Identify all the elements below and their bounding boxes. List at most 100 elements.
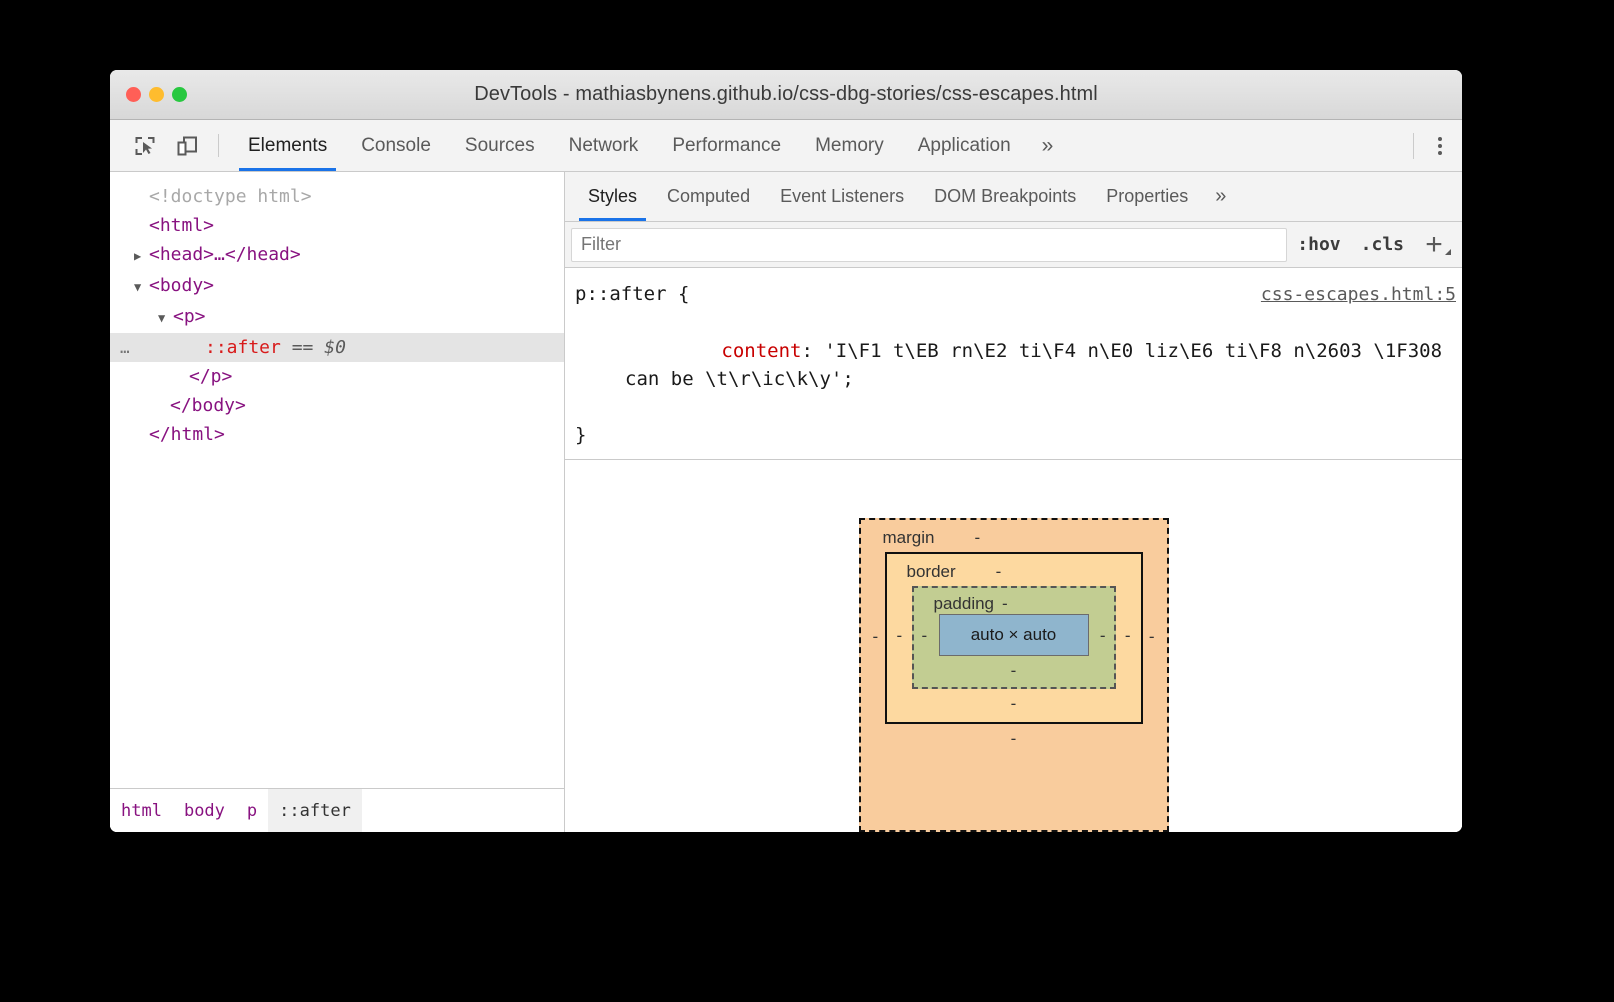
dom-row[interactable]: <html>: [110, 211, 564, 240]
breadcrumb-item-p[interactable]: p: [236, 789, 268, 832]
styles-sidebar-tabs: Styles Computed Event Listeners DOM Brea…: [565, 172, 1462, 222]
box-model-margin-label: margin: [882, 528, 935, 547]
css-property-value-line2[interactable]: can be \t\r\ic\k\y';: [607, 368, 854, 390]
css-source-link[interactable]: css-escapes.html:5: [1261, 281, 1456, 309]
toggle-pseudo-states-button[interactable]: :hov: [1287, 234, 1350, 255]
box-model-margin-top-row: margin -: [873, 528, 1155, 548]
title-bar: DevTools - mathiasbynens.github.io/css-d…: [110, 70, 1462, 120]
dom-row[interactable]: </html>: [110, 420, 564, 449]
kebab-menu-icon[interactable]: [1418, 120, 1462, 171]
breadcrumb-item-html[interactable]: html: [110, 789, 173, 832]
more-panels-chevron-icon[interactable]: »: [1028, 120, 1068, 171]
box-model-padding-top-value[interactable]: -: [1002, 595, 1008, 612]
maximize-window-button[interactable]: [172, 87, 187, 102]
box-model-border-label: border: [906, 562, 956, 581]
tab-sources[interactable]: Sources: [448, 120, 552, 171]
dom-node-text: <!doctype html>: [149, 186, 312, 207]
box-model-margin-right-value[interactable]: -: [1149, 628, 1155, 645]
box-model-margin[interactable]: margin - - border - - padding - - auto ×…: [858, 518, 1169, 832]
toolbar-divider: [218, 134, 219, 157]
box-model-margin-top-value[interactable]: -: [974, 529, 980, 546]
box-model-area: margin - - border - - padding - - auto ×…: [565, 460, 1462, 832]
box-model-margin-left-value[interactable]: -: [873, 628, 879, 645]
ellipsis-icon[interactable]: …: [120, 333, 131, 362]
minimize-window-button[interactable]: [149, 87, 164, 102]
breadcrumb-item-after[interactable]: ::after: [268, 789, 362, 832]
inspect-element-icon[interactable]: [124, 120, 166, 171]
tab-event-listeners[interactable]: Event Listeners: [765, 172, 919, 221]
dom-node-text: <p>: [173, 306, 206, 327]
panel-split: <!doctype html> <html> ▶ <head>…</head> …: [110, 172, 1462, 832]
dom-row[interactable]: </p>: [110, 362, 564, 391]
tab-properties[interactable]: Properties: [1091, 172, 1203, 221]
dom-row[interactable]: ▼ <body>: [110, 271, 564, 302]
filter-input[interactable]: [571, 227, 1288, 262]
dom-node-text: <body>: [149, 275, 215, 296]
box-model-border-bottom-value[interactable]: -: [1011, 694, 1017, 713]
dom-node-eq: ==: [291, 337, 314, 358]
box-model-padding[interactable]: padding - - auto × auto - -: [911, 586, 1116, 689]
css-declaration[interactable]: content: 'I\F1 t\EB rn\E2 ti\F4 n\E0 liz…: [565, 309, 1462, 421]
box-model-content[interactable]: auto × auto: [938, 614, 1089, 656]
dom-row[interactable]: </body>: [110, 391, 564, 420]
dom-row[interactable]: <!doctype html>: [110, 182, 564, 211]
main-toolbar: Elements Console Sources Network Perform…: [110, 120, 1462, 172]
tab-application[interactable]: Application: [901, 120, 1028, 171]
tab-computed[interactable]: Computed: [652, 172, 765, 221]
traffic-lights: [126, 70, 187, 119]
box-model-border-mid-row: - padding - - auto × auto - - -: [897, 582, 1131, 689]
box-model-margin-bottom-row: -: [1011, 730, 1017, 749]
box-model-margin-bottom-value[interactable]: -: [1011, 729, 1017, 748]
box-model-padding-top-row: padding -: [922, 594, 1106, 614]
dom-node-text: <html>: [149, 215, 215, 236]
toolbar-right-group: [1413, 120, 1462, 171]
tab-performance[interactable]: Performance: [655, 120, 798, 171]
more-styles-tabs-chevron-icon[interactable]: »: [1203, 172, 1238, 221]
toolbar-divider-right: [1413, 132, 1414, 159]
box-model-border-top-row: border -: [897, 562, 1131, 582]
close-window-button[interactable]: [126, 87, 141, 102]
expand-head-twisty-icon[interactable]: ▶: [134, 242, 149, 271]
box-model-border-right-value[interactable]: -: [1125, 627, 1131, 644]
dropdown-corner-icon: [1445, 248, 1451, 255]
tab-elements[interactable]: Elements: [231, 120, 344, 171]
dom-node-text: <head>…</head>: [149, 244, 301, 265]
tab-styles[interactable]: Styles: [573, 172, 652, 221]
css-rule-closing-brace: }: [575, 424, 587, 446]
dom-tree[interactable]: <!doctype html> <html> ▶ <head>…</head> …: [110, 172, 564, 788]
collapse-body-twisty-icon[interactable]: ▼: [134, 273, 149, 302]
device-toolbar-icon[interactable]: [166, 120, 208, 171]
tab-console[interactable]: Console: [344, 120, 448, 171]
box-model-padding-right-value[interactable]: -: [1100, 627, 1106, 644]
new-style-rule-button[interactable]: +: [1414, 229, 1454, 260]
css-rule-block: p::after { css-escapes.html:5 content: '…: [565, 268, 1462, 460]
box-model-padding-left-value[interactable]: -: [922, 627, 928, 644]
box-model-padding-bottom-row: -: [1011, 662, 1017, 681]
box-model-padding-label: padding: [933, 594, 995, 613]
breadcrumb: html body p ::after: [110, 788, 564, 832]
window-title: DevTools - mathiasbynens.github.io/css-d…: [474, 83, 1098, 105]
css-selector[interactable]: p::after {: [575, 280, 689, 308]
dom-node-text: </p>: [189, 366, 233, 387]
box-model-border-left-value[interactable]: -: [897, 627, 903, 644]
dom-node-console-ref: $0: [324, 337, 346, 358]
tab-dom-breakpoints[interactable]: DOM Breakpoints: [919, 172, 1091, 221]
dom-node-text: </body>: [170, 395, 246, 416]
styles-pane: Styles Computed Event Listeners DOM Brea…: [565, 172, 1462, 832]
styles-filter-bar: :hov .cls +: [565, 222, 1462, 268]
box-model-border[interactable]: border - - padding - - auto × auto - - -…: [884, 552, 1143, 724]
breadcrumb-item-body[interactable]: body: [173, 789, 236, 832]
css-property-value-line1[interactable]: 'I\F1 t\EB rn\E2 ti\F4 n\E0 liz\E6 ti\F8…: [824, 340, 1442, 362]
css-property-name[interactable]: content: [721, 340, 801, 362]
dom-node-text: </html>: [149, 424, 225, 445]
tab-network[interactable]: Network: [552, 120, 656, 171]
box-model-border-top-value[interactable]: -: [996, 563, 1002, 580]
toggle-class-editor-button[interactable]: .cls: [1351, 234, 1414, 255]
dom-row[interactable]: ▼ <p>: [110, 302, 564, 333]
dom-row-selected[interactable]: … ::after == $0: [110, 333, 564, 362]
tab-memory[interactable]: Memory: [798, 120, 901, 171]
dom-row[interactable]: ▶ <head>…</head>: [110, 240, 564, 271]
collapse-p-twisty-icon[interactable]: ▼: [158, 304, 173, 333]
box-model-padding-mid-row: - auto × auto -: [922, 614, 1106, 656]
box-model-padding-bottom-value[interactable]: -: [1011, 661, 1017, 680]
